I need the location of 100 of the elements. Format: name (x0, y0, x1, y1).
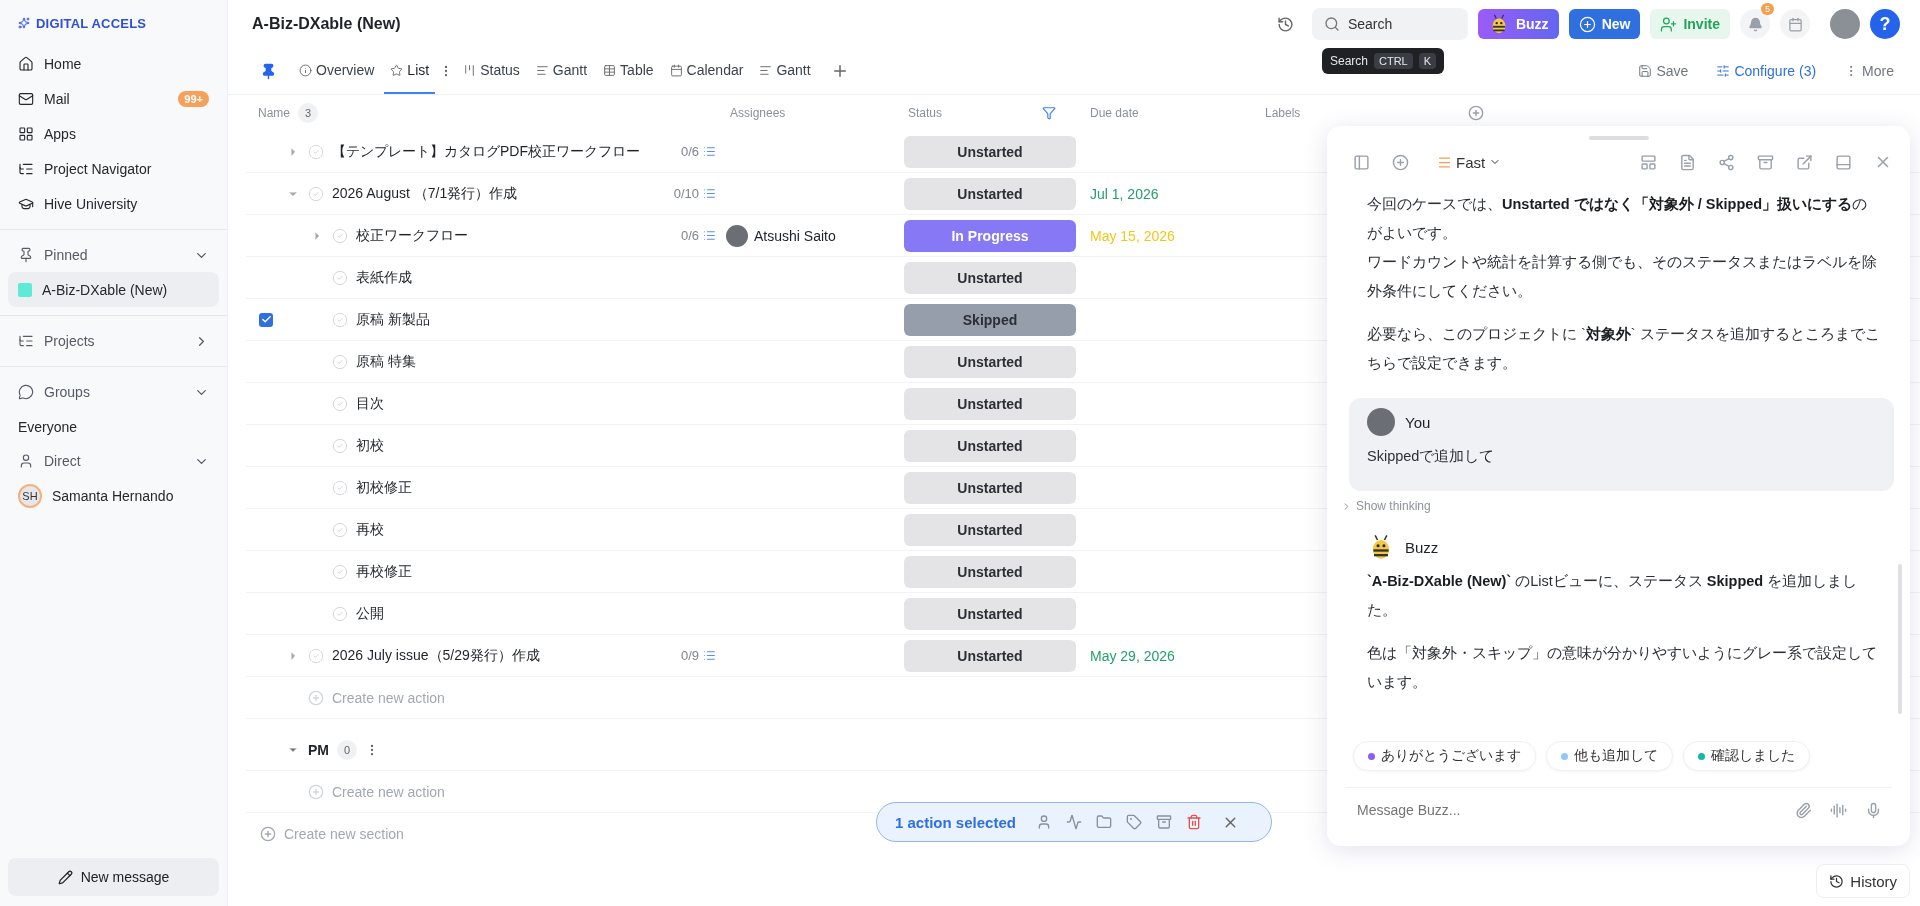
external-link-icon[interactable] (1796, 153, 1813, 171)
count-badge: 0 (337, 739, 357, 760)
status-pill[interactable]: Unstarted (904, 639, 1076, 672)
column-header: Status (908, 106, 943, 120)
nav-item[interactable]: Project Navigator (8, 151, 219, 186)
view-tab[interactable]: Calendar (663, 48, 750, 94)
user-avatar[interactable] (1830, 9, 1860, 39)
nav-item[interactable]: Mail 99+ (8, 81, 219, 116)
sidebar-item[interactable]: A-Biz-DXable (New) (8, 272, 219, 307)
status-pill[interactable]: Skipped (904, 303, 1076, 336)
pin-icon[interactable] (260, 62, 277, 80)
list-icon (703, 187, 716, 200)
plus-circle-icon (308, 783, 324, 800)
status-pill[interactable]: Unstarted (904, 471, 1076, 504)
check-circle-icon[interactable] (332, 605, 348, 622)
search-icon (1323, 16, 1340, 32)
nav-item[interactable]: Apps (8, 116, 219, 151)
due-date: May 29, 2026 (1089, 647, 1175, 664)
layout-icon[interactable] (1640, 153, 1657, 171)
suggestion-chip[interactable]: 確認しました (1683, 741, 1810, 771)
view-tab[interactable]: List (384, 48, 436, 94)
star-icon (390, 63, 404, 77)
check-circle-icon[interactable] (332, 521, 348, 538)
buzz-button[interactable]: Buzz (1477, 9, 1559, 39)
panel-icon[interactable] (1835, 153, 1852, 171)
section-header[interactable]: Pinned (8, 238, 219, 272)
view-tab[interactable]: Gantt (529, 48, 594, 94)
section-header[interactable]: Direct (8, 444, 219, 478)
status-pill[interactable]: Unstarted (904, 345, 1076, 378)
status-pill[interactable]: Unstarted (904, 261, 1076, 294)
status-pill[interactable]: Unstarted (904, 429, 1076, 462)
column-header: Assignees (730, 106, 786, 120)
check-circle-icon[interactable] (308, 185, 324, 202)
new-button[interactable]: New (1568, 9, 1641, 39)
due-date: Jul 1, 2026 (1089, 185, 1159, 202)
plus-circle-icon[interactable] (1392, 153, 1409, 171)
nav-item[interactable]: Home (8, 46, 219, 81)
check-circle-icon[interactable] (308, 143, 324, 160)
view-tab[interactable]: Overview (293, 48, 381, 94)
section-header[interactable]: Projects (8, 324, 219, 358)
paperclip-icon[interactable] (1795, 801, 1812, 819)
sidebar-item[interactable]: Everyone (8, 409, 219, 444)
tag-icon[interactable] (1125, 814, 1142, 830)
message-text: Skippedで追加して (1367, 447, 1496, 466)
checkbox[interactable] (259, 312, 273, 327)
status-pill[interactable]: Unstarted (904, 135, 1076, 168)
search-field[interactable]: Search (1311, 8, 1468, 40)
grid-icon (18, 125, 34, 142)
check-circle-icon[interactable] (332, 353, 348, 370)
archive-icon[interactable] (1757, 153, 1774, 171)
pin-icon (18, 247, 34, 263)
list-icon (703, 649, 716, 662)
document-icon[interactable] (1679, 153, 1696, 171)
status-pill[interactable]: Unstarted (904, 177, 1076, 210)
check-circle-icon[interactable] (308, 647, 324, 664)
activity-icon[interactable] (1065, 814, 1082, 830)
folder-icon[interactable] (1095, 814, 1112, 830)
calendar-button[interactable] (1780, 9, 1810, 39)
toolbar-button[interactable]: Save (1632, 62, 1695, 80)
status-pill[interactable]: Unstarted (904, 513, 1076, 546)
status-pill[interactable]: Unstarted (904, 597, 1076, 630)
sidebar-item[interactable]: SH Samanta Hernando (8, 478, 219, 513)
history-button[interactable]: History (1816, 864, 1910, 898)
status-pill[interactable]: Unstarted (904, 555, 1076, 588)
check-circle-icon[interactable] (332, 395, 348, 412)
audio-icon[interactable] (1830, 801, 1847, 819)
trash-icon[interactable] (1185, 814, 1202, 830)
nav-item[interactable]: Hive University (8, 186, 219, 221)
check-circle-icon[interactable] (332, 311, 348, 328)
add-column-icon[interactable] (1468, 105, 1485, 121)
drag-handle[interactable] (1588, 136, 1649, 140)
task-name: 原稿 特集 (356, 352, 416, 371)
share-icon[interactable] (1718, 153, 1735, 171)
suggestion-chip[interactable]: 他も追加して (1546, 741, 1673, 771)
view-tab[interactable]: Gantt (753, 48, 817, 94)
check-circle-icon[interactable] (332, 563, 348, 580)
view-tab[interactable]: Table (597, 48, 660, 94)
check-circle-icon[interactable] (332, 437, 348, 454)
sidebar-toggle-icon[interactable] (1353, 153, 1370, 171)
toolbar-button[interactable]: Configure (3) (1710, 62, 1823, 80)
avatar (1367, 408, 1395, 436)
task-name: 再校修正 (356, 562, 412, 581)
filter-icon[interactable] (1042, 106, 1056, 120)
check-circle-icon[interactable] (332, 269, 348, 286)
help-button[interactable]: ? (1870, 9, 1900, 39)
section-header[interactable]: Groups (8, 375, 219, 409)
suggestion-chip[interactable]: ありがとうございます (1353, 741, 1536, 771)
archive-icon[interactable] (1155, 814, 1172, 830)
history-icon[interactable] (1276, 15, 1294, 33)
task-name: 校正ワークフロー (356, 226, 468, 245)
microphone-icon[interactable] (1865, 801, 1882, 819)
mode-dropdown[interactable]: Fast (1431, 152, 1508, 172)
check-circle-icon[interactable] (332, 227, 348, 244)
new-message-button[interactable]: New message (8, 858, 219, 896)
check-circle-icon[interactable] (332, 479, 348, 496)
toolbar-button[interactable]: More (1838, 62, 1900, 80)
save-icon (1638, 64, 1653, 78)
status-pill[interactable]: Unstarted (904, 387, 1076, 420)
view-tab[interactable]: Status (457, 48, 526, 94)
message-input[interactable]: Message Buzz... (1355, 801, 1777, 819)
